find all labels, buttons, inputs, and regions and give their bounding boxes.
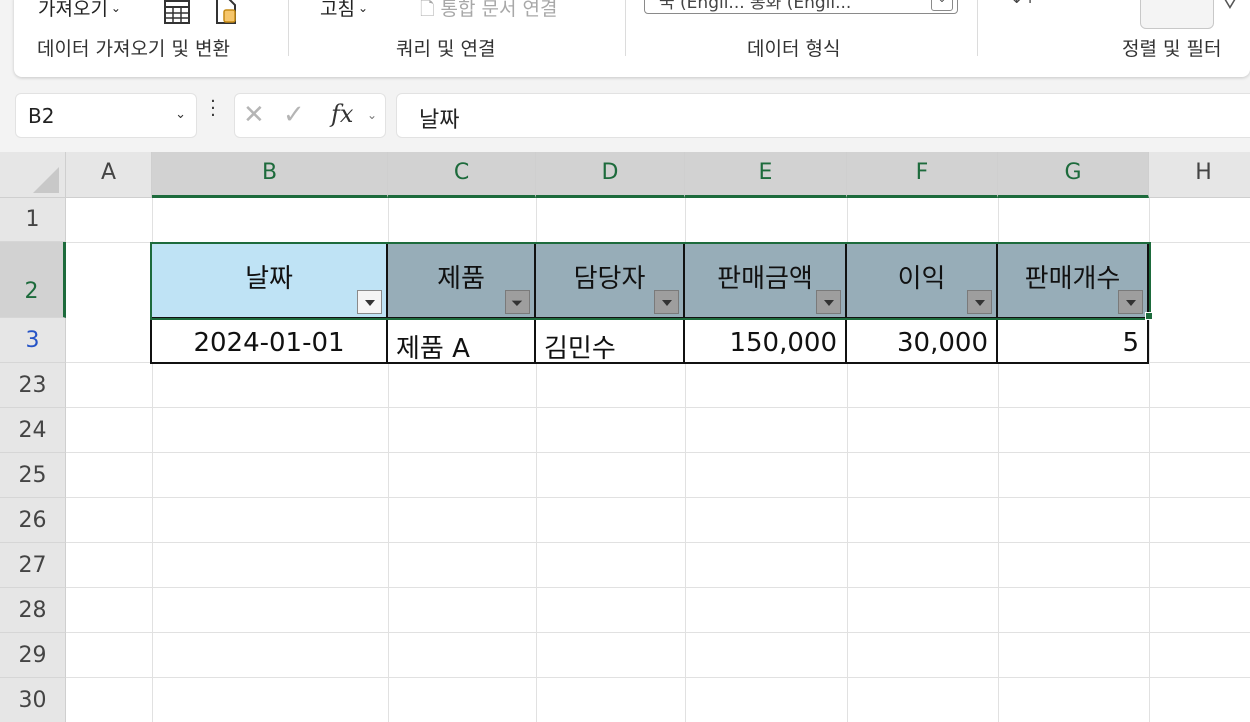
- column-header-e[interactable]: E: [685, 152, 847, 198]
- formula-value: 날짜: [419, 108, 460, 133]
- get-data-button[interactable]: 가져오기 ⌄: [38, 0, 121, 21]
- refresh-label: 고침: [320, 0, 355, 20]
- dropdown-arrow-icon: [824, 300, 834, 306]
- chevron-down-icon[interactable]: ⌄: [367, 108, 377, 122]
- cell-value: 150,000: [729, 328, 837, 358]
- formula-bar: B2 ⌄ · · · ✕ ✓ fx ⌄ 날짜: [0, 86, 1250, 152]
- edit-links-button[interactable]: 🗋 통합 문서 연결: [420, 0, 558, 27]
- cell-value: 2024-01-01: [193, 328, 345, 358]
- gridline: [66, 497, 1250, 498]
- group-divider: [977, 0, 978, 56]
- gridline: [66, 452, 1250, 453]
- row-header-23[interactable]: 23: [0, 363, 66, 408]
- formula-buttons: ✕ ✓ fx ⌄: [234, 93, 386, 138]
- link-doc-icon: 🗋: [420, 0, 435, 20]
- filter-dropdown-button[interactable]: [654, 290, 679, 314]
- data-type-gallery[interactable]: 국 (Engli... 통화 (Engli... ⌄: [644, 0, 958, 14]
- column-header-d[interactable]: D: [536, 152, 685, 198]
- table-header-cell[interactable]: 담당자: [536, 244, 685, 318]
- enter-check-icon[interactable]: ✓: [283, 100, 305, 130]
- row-header-28[interactable]: 28: [0, 588, 66, 633]
- row-header-29[interactable]: 29: [0, 633, 66, 678]
- column-header-c[interactable]: C: [388, 152, 536, 198]
- column-header-g[interactable]: G: [998, 152, 1149, 198]
- table-cell[interactable]: 30,000: [847, 319, 998, 364]
- gridline: [1149, 198, 1150, 722]
- column-header-b[interactable]: B: [152, 152, 388, 198]
- cell-value: 김민수: [544, 334, 616, 364]
- gridline: [66, 632, 1250, 633]
- chevron-down-icon: ⌄: [357, 1, 369, 15]
- row-header-25[interactable]: 25: [0, 453, 66, 498]
- filter-dropdown-button[interactable]: [357, 290, 382, 314]
- from-table-icon[interactable]: [162, 0, 192, 31]
- select-all-button[interactable]: [0, 152, 66, 198]
- insert-function-icon[interactable]: fx: [331, 100, 353, 128]
- row-header-24[interactable]: 24: [0, 408, 66, 453]
- cell-value: 제품 A: [396, 334, 470, 364]
- refresh-all-button[interactable]: 고침 ⌄: [320, 0, 368, 21]
- gridline: [66, 677, 1250, 678]
- filter-button[interactable]: [1140, 0, 1214, 29]
- cell-value: 5: [1122, 328, 1139, 358]
- group-label-data-types: 데이터 형식: [747, 38, 841, 60]
- table-cell[interactable]: 150,000: [685, 319, 847, 364]
- cell-value: 30,000: [897, 328, 988, 358]
- column-header-h[interactable]: H: [1149, 152, 1250, 198]
- fill-handle[interactable]: [1145, 312, 1153, 320]
- name-box-value: B2: [28, 104, 55, 128]
- group-divider: [288, 0, 289, 56]
- existing-connections-icon[interactable]: [212, 0, 240, 31]
- filter-dropdown-button[interactable]: [816, 290, 841, 314]
- row-header-30[interactable]: 30: [0, 678, 66, 722]
- sort-icon[interactable]: ↓↑: [1010, 0, 1037, 7]
- table-cell[interactable]: 5: [998, 319, 1149, 364]
- group-label-queries: 쿼리 및 연결: [396, 38, 496, 60]
- gridline: [66, 587, 1250, 588]
- gridline: [66, 542, 1250, 543]
- chevron-down-icon: ⌄: [110, 1, 121, 15]
- dropdown-arrow-icon: [365, 300, 375, 306]
- formula-input[interactable]: 날짜: [396, 93, 1250, 138]
- worksheet-grid: A B C D E F G H 1 2 3 23 24 25 26 27 28 …: [0, 152, 1250, 722]
- dropdown-arrow-icon: [1126, 300, 1136, 306]
- funnel-filter-icon: ⏷: [511, 294, 524, 312]
- group-label-get-transform: 데이터 가져오기 및 변환: [37, 38, 230, 60]
- chevron-down-icon[interactable]: ⌄: [175, 107, 186, 122]
- ribbon: 가져오기 ⌄ 데이터 가져오기 및 변환 고침 ⌄ 🗋 통합 문서 연결 쿼리 및 …: [0, 0, 1250, 86]
- group-divider: [625, 0, 626, 56]
- table-header-cell[interactable]: 판매개수: [998, 244, 1149, 318]
- table-header-cell[interactable]: 판매금액: [685, 244, 847, 318]
- header-label-date: 날짜: [245, 264, 293, 294]
- row-header-2[interactable]: 2: [0, 242, 66, 318]
- table-header-cell[interactable]: 날짜: [152, 244, 388, 318]
- filter-dropdown-button[interactable]: [967, 290, 992, 314]
- dropdown-arrow-icon: [975, 300, 985, 306]
- row-header-3[interactable]: 3: [0, 318, 66, 363]
- dropdown-arrow-icon: [662, 300, 672, 306]
- ribbon-panel: 가져오기 ⌄ 데이터 가져오기 및 변환 고침 ⌄ 🗋 통합 문서 연결 쿼리 및 …: [14, 0, 1250, 77]
- more-options-icon[interactable]: · · ·: [209, 93, 217, 125]
- group-label-sort-filter: 정렬 및 필터: [1122, 38, 1222, 60]
- table-cell[interactable]: 김민수: [536, 319, 685, 364]
- advanced-filter-icon[interactable]: ⛛: [1222, 0, 1238, 14]
- table-cell[interactable]: 제품 A: [388, 319, 536, 364]
- column-header-f[interactable]: F: [847, 152, 998, 198]
- chevron-down-icon[interactable]: ⌄: [931, 0, 953, 11]
- column-header-a[interactable]: A: [66, 152, 152, 198]
- row-header-1[interactable]: 1: [0, 198, 66, 242]
- cancel-icon[interactable]: ✕: [243, 100, 265, 130]
- table-cell[interactable]: 2024-01-01: [152, 319, 388, 364]
- row-header-27[interactable]: 27: [0, 543, 66, 588]
- gridline: [66, 407, 1250, 408]
- table-header-cell[interactable]: 제품 ⏷: [388, 244, 536, 318]
- filter-dropdown-button[interactable]: [1118, 290, 1143, 314]
- get-data-label: 가져오기: [38, 0, 108, 20]
- row-header-26[interactable]: 26: [0, 498, 66, 543]
- data-type-gallery-text: 국 (Engli... 통화 (Engli...: [659, 0, 852, 13]
- filter-applied-button[interactable]: ⏷: [505, 290, 530, 314]
- edit-links-label: 통합 문서 연결: [440, 0, 558, 20]
- name-box[interactable]: B2 ⌄: [15, 93, 197, 138]
- table-header-cell[interactable]: 이익: [847, 244, 998, 318]
